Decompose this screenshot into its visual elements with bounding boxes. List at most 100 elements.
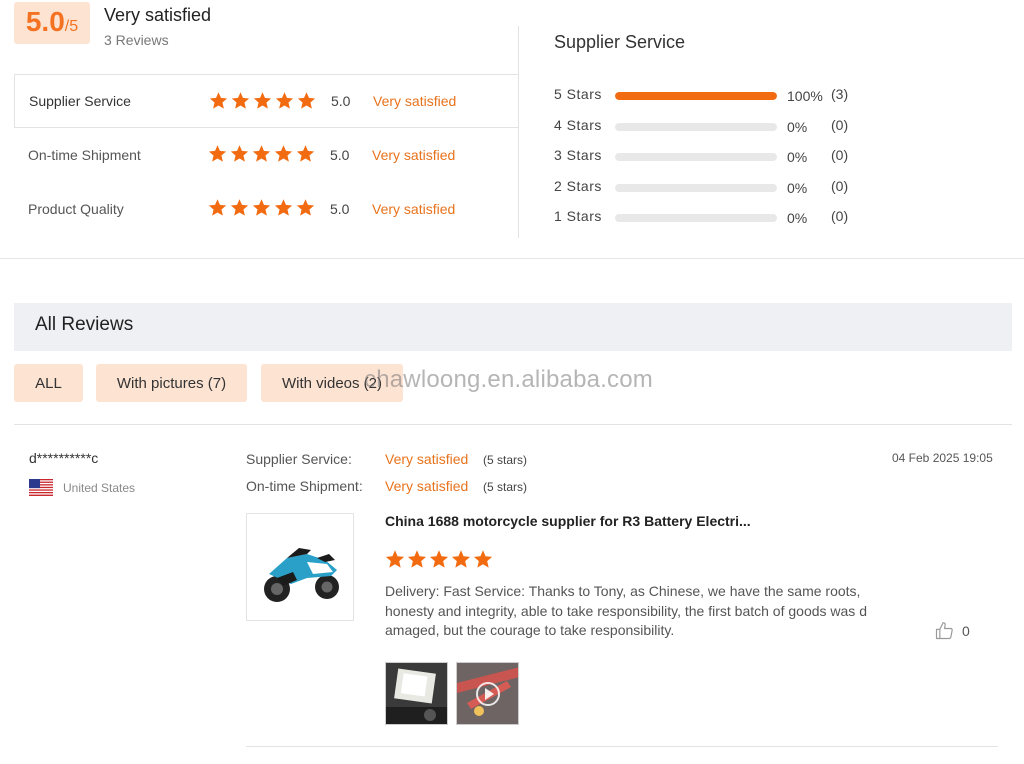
distribution-percent: 100% bbox=[787, 88, 823, 104]
star-icon bbox=[296, 198, 315, 217]
filter-with-videos-button[interactable]: With videos (2) bbox=[261, 364, 403, 402]
rating-word: Very satisfied bbox=[373, 93, 457, 109]
rating-value: 5.0 bbox=[330, 201, 350, 217]
star-distribution: 5 Stars 100% (3) 4 Stars 0% (0) 3 Stars … bbox=[554, 82, 874, 235]
product-title-link[interactable]: China 1688 motorcycle supplier for R3 Ba… bbox=[385, 513, 751, 529]
motorcycle-image bbox=[264, 548, 339, 602]
distribution-percent: 0% bbox=[787, 210, 808, 226]
product-thumbnail[interactable] bbox=[246, 513, 354, 621]
overall-score-max: /5 bbox=[64, 18, 79, 35]
like-button[interactable]: 0 bbox=[934, 621, 970, 641]
distribution-row: 2 Stars 0% (0) bbox=[554, 174, 874, 205]
watermark: chawloong.en.alibaba.com bbox=[364, 366, 653, 393]
distribution-percent: 0% bbox=[787, 149, 808, 165]
filter-with-pictures-button[interactable]: With pictures (7) bbox=[96, 364, 247, 402]
star-icon bbox=[230, 198, 249, 217]
star-icon bbox=[252, 198, 271, 217]
star-icon bbox=[429, 549, 449, 569]
star-icon bbox=[208, 198, 227, 217]
reviews-count: 3 Reviews bbox=[104, 32, 169, 48]
star-icon bbox=[385, 549, 405, 569]
rating-value: 5.0 bbox=[331, 93, 351, 109]
distribution-row: 4 Stars 0% (0) bbox=[554, 113, 874, 144]
distribution-row: 3 Stars 0% (0) bbox=[554, 143, 874, 174]
distribution-row: 5 Stars 100% (3) bbox=[554, 82, 874, 113]
distribution-bar bbox=[615, 122, 777, 131]
reviewer-country: United States bbox=[63, 481, 136, 495]
rating-stars bbox=[208, 198, 315, 217]
rating-stars bbox=[208, 144, 315, 163]
distribution-count: (0) bbox=[831, 116, 849, 133]
rating-label: Supplier Service bbox=[29, 93, 131, 109]
us-flag-icon bbox=[29, 479, 53, 496]
reviewer-name: d**********c bbox=[29, 450, 99, 466]
distribution-count: (0) bbox=[831, 208, 849, 224]
distribution-count: (0) bbox=[831, 147, 849, 163]
rating-label: Product Quality bbox=[28, 201, 124, 217]
star-icon bbox=[253, 91, 272, 110]
rating-word: Very satisfied bbox=[372, 147, 456, 163]
distribution-bar bbox=[615, 153, 777, 161]
star-icon bbox=[230, 144, 249, 163]
distribution-percent: 0% bbox=[787, 179, 808, 196]
review-photo-thumbnail[interactable] bbox=[385, 662, 448, 725]
star-icon bbox=[208, 144, 227, 163]
star-icon bbox=[274, 198, 293, 217]
distribution-count: (0) bbox=[831, 177, 849, 194]
review-video-thumbnail[interactable] bbox=[456, 662, 519, 725]
distribution-percent: 0% bbox=[787, 118, 808, 135]
distribution-label: 4 Stars bbox=[554, 116, 602, 133]
star-icon bbox=[296, 144, 315, 163]
review-date: 04 Feb 2025 19:05 bbox=[892, 451, 993, 465]
distribution-bar bbox=[615, 214, 777, 222]
star-icon bbox=[297, 91, 316, 110]
distribution-label: 2 Stars bbox=[554, 177, 602, 194]
review-divider bbox=[246, 746, 998, 747]
review-text: Delivery: Fast Service: Thanks to Tony, … bbox=[385, 583, 867, 638]
like-count: 0 bbox=[962, 623, 970, 639]
distribution-label: 1 Stars bbox=[554, 208, 602, 224]
rating-label: On-time Shipment bbox=[28, 147, 141, 163]
distribution-label: 5 Stars bbox=[554, 86, 602, 102]
rating-word: Very satisfied bbox=[372, 201, 456, 217]
sub-rating-stars-text: (5 stars) bbox=[483, 480, 528, 494]
review-stars bbox=[385, 549, 493, 569]
video-image bbox=[457, 663, 518, 724]
star-icon bbox=[407, 549, 427, 569]
star-icon bbox=[451, 549, 471, 569]
star-icon bbox=[252, 144, 271, 163]
sub-rating-label: Supplier Service: bbox=[246, 451, 352, 467]
overall-score-badge: 5.0 /5 bbox=[14, 2, 90, 44]
rating-stars bbox=[209, 91, 316, 110]
photo-image bbox=[386, 663, 447, 724]
summary-divider bbox=[518, 26, 519, 238]
sub-rating-word: Very satisfied bbox=[385, 451, 469, 467]
distribution-count: (3) bbox=[831, 86, 849, 102]
thumbs-up-icon bbox=[935, 622, 953, 640]
all-reviews-header: All Reviews bbox=[14, 303, 1012, 351]
rating-row-on-time-shipment[interactable]: On-time Shipment 5.0 Very satisfied bbox=[14, 128, 519, 182]
section-divider bbox=[0, 258, 1024, 259]
star-icon bbox=[473, 549, 493, 569]
reviews-divider bbox=[14, 424, 1012, 425]
overall-score: 5.0 bbox=[25, 6, 65, 37]
star-icon bbox=[231, 91, 250, 110]
distribution-label: 3 Stars bbox=[554, 147, 602, 163]
distribution-title: Supplier Service bbox=[554, 32, 686, 52]
all-reviews-title: All Reviews bbox=[35, 314, 134, 335]
distribution-bar-fill bbox=[615, 92, 777, 100]
rating-value: 5.0 bbox=[330, 147, 350, 163]
distribution-bar bbox=[615, 92, 777, 100]
rating-categories: Supplier Service 5.0 Very satisfied On-t… bbox=[14, 74, 519, 236]
star-icon bbox=[275, 91, 294, 110]
sub-rating-label: On-time Shipment: bbox=[246, 478, 363, 494]
star-icon bbox=[209, 91, 228, 110]
distribution-row: 1 Stars 0% (0) bbox=[554, 204, 874, 235]
sub-rating-word: Very satisfied bbox=[385, 478, 469, 494]
star-icon bbox=[274, 144, 293, 163]
rating-row-product-quality[interactable]: Product Quality 5.0 Very satisfied bbox=[14, 182, 519, 236]
distribution-bar bbox=[615, 183, 777, 192]
filter-all-button[interactable]: ALL bbox=[14, 364, 83, 402]
rating-row-supplier-service[interactable]: Supplier Service 5.0 Very satisfied bbox=[14, 74, 519, 128]
sub-rating-stars-text: (5 stars) bbox=[483, 453, 528, 467]
